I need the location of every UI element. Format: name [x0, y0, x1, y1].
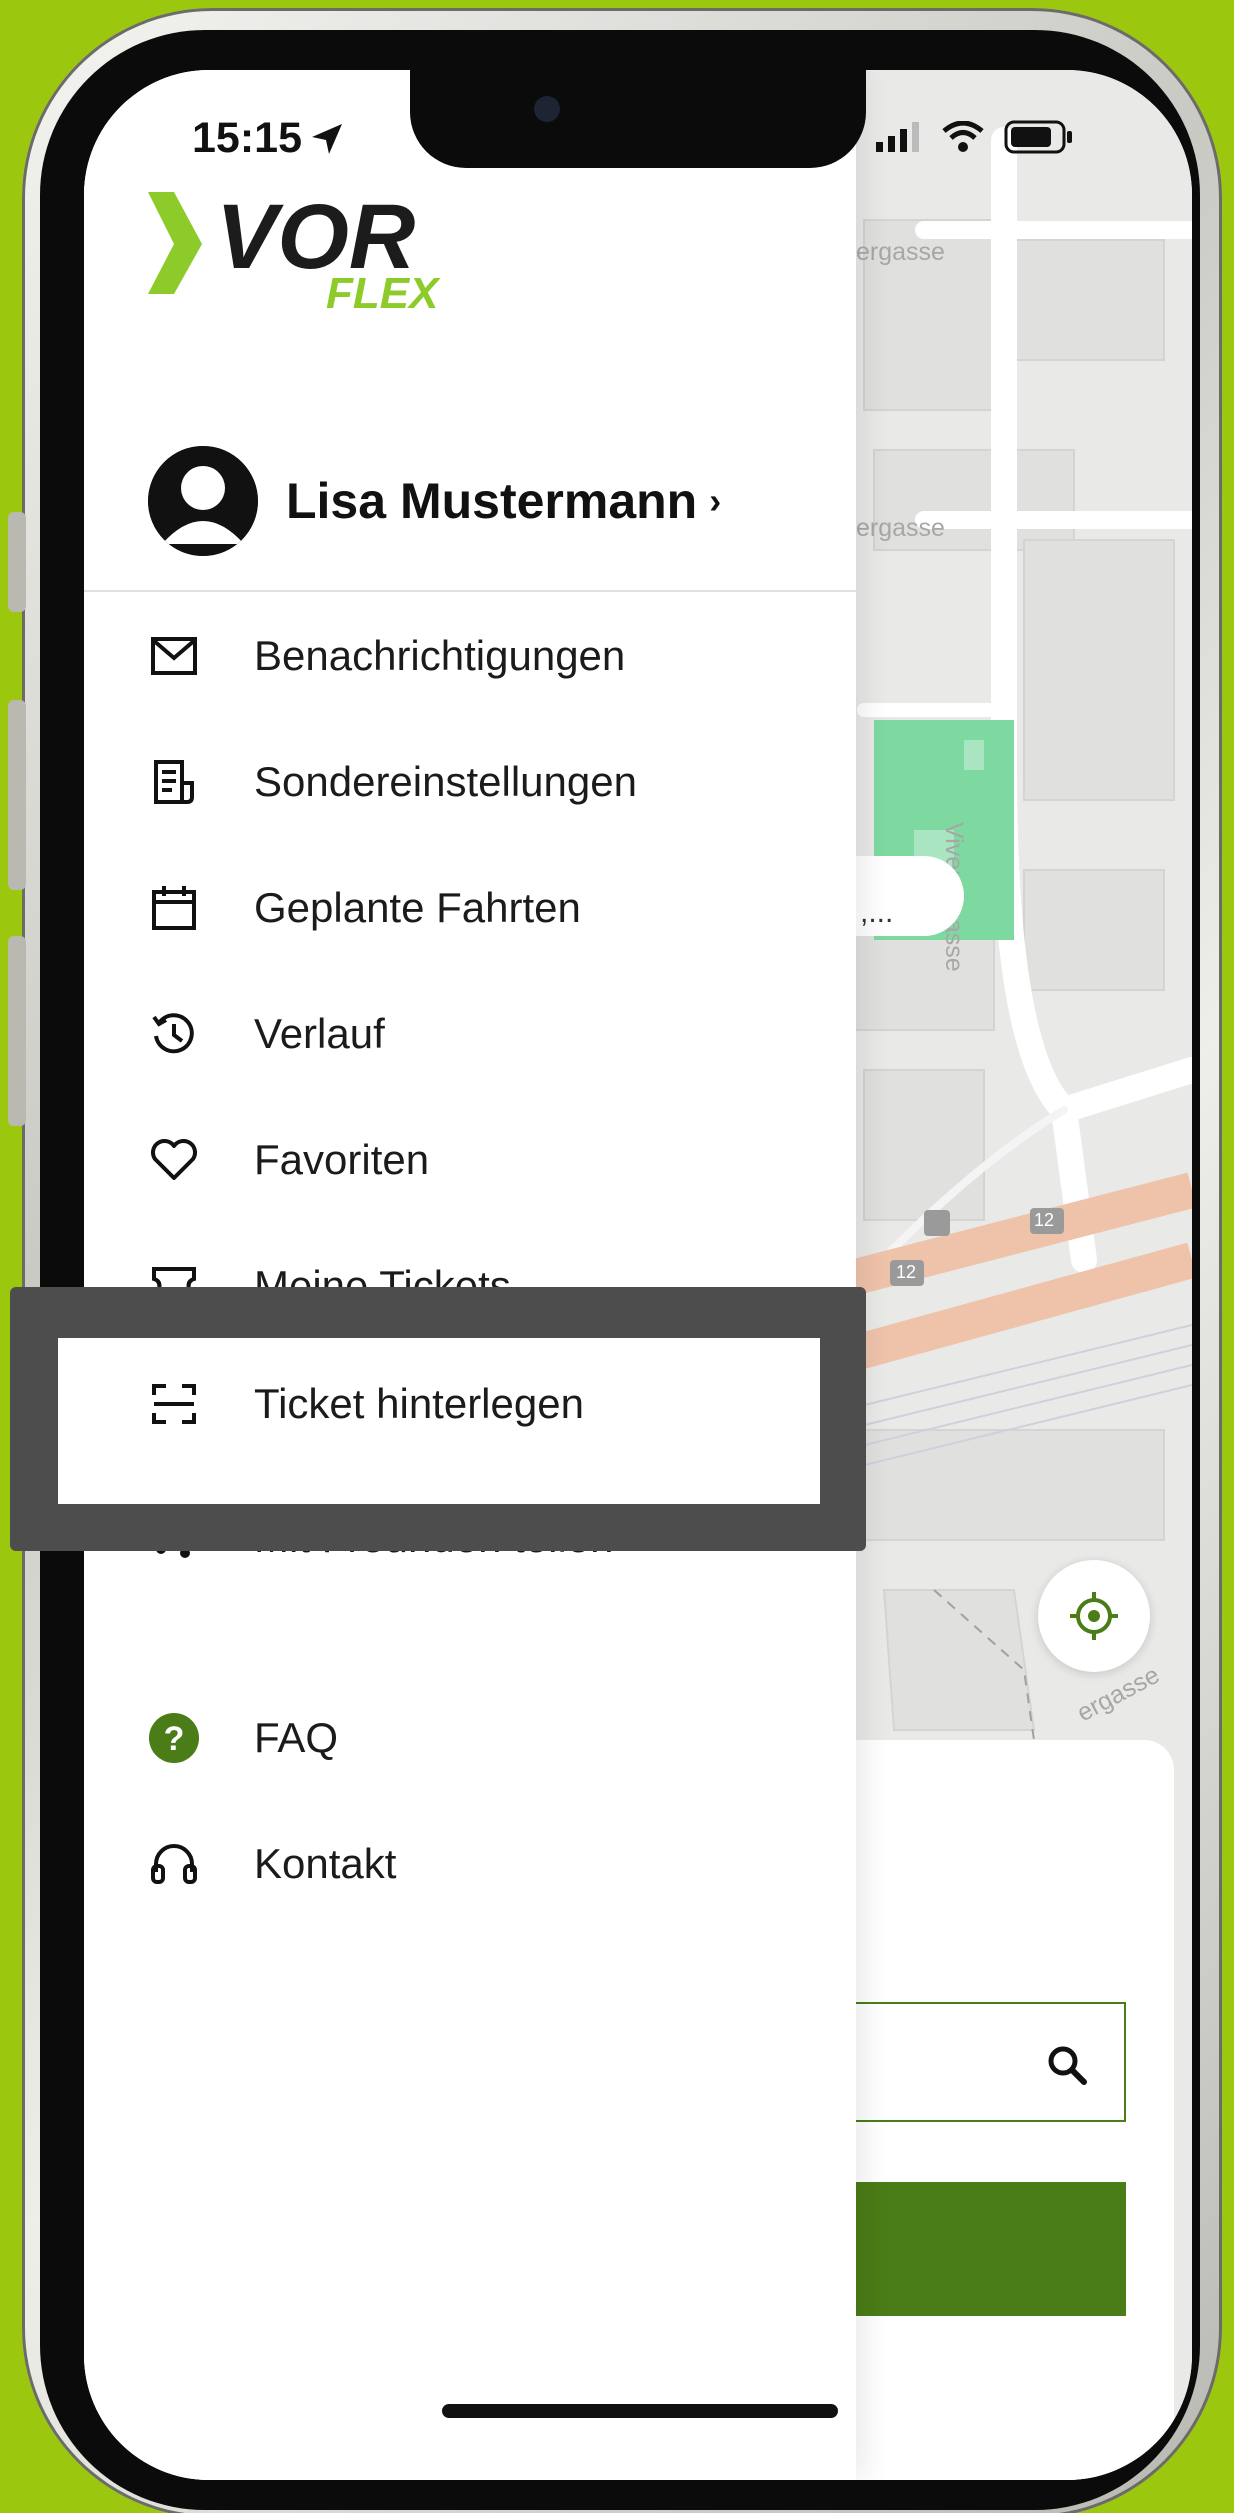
svg-text:?: ?: [164, 1720, 185, 1758]
help-icon: ?: [148, 1712, 200, 1764]
envelope-icon: [148, 630, 200, 682]
menu-label: Ticket hinterlegen: [254, 1380, 584, 1427]
crosshair-icon: [1070, 1592, 1118, 1640]
menu-label: Favoriten: [254, 1136, 430, 1183]
street-label: ergasse: [856, 238, 945, 266]
profile-name: Lisa Mustermann: [286, 473, 698, 529]
menu-item-verlauf[interactable]: Verlauf: [148, 994, 848, 1074]
scan-icon: [148, 1378, 200, 1430]
menu-item-kontakt[interactable]: Kontakt: [148, 1824, 848, 1904]
street-label: ergasse: [856, 514, 945, 542]
volume-up-button: [8, 700, 26, 890]
avatar: [148, 446, 258, 556]
route-badge: 12: [896, 1262, 917, 1282]
menu-item-sondereinstellungen[interactable]: Sondereinstellungen: [148, 742, 848, 822]
signal-icon: [876, 122, 919, 152]
wifi-icon: [942, 121, 984, 152]
search-icon: [1048, 2046, 1087, 2085]
side-drawer: 15:15 VOR FLEX Lisa Mustermann › Benachr…: [84, 70, 856, 2480]
history-icon: [148, 1008, 200, 1060]
camera: [534, 96, 560, 122]
profile-link[interactable]: Lisa Mustermann ›: [148, 446, 721, 556]
logo-sub-text: FLEX: [326, 269, 441, 310]
mute-switch: [8, 512, 26, 612]
locate-me-button[interactable]: [1038, 1560, 1150, 1672]
status-bar-time: 15:15: [192, 114, 344, 163]
phone-screen: ergasse ergasse Vivenotgasse ergasse 12 …: [84, 70, 1192, 2480]
vor-flex-logo: VOR FLEX: [144, 186, 474, 318]
status-bar-icons: [876, 120, 1074, 154]
heart-icon: [148, 1134, 200, 1186]
menu-item-faq[interactable]: ? FAQ: [148, 1698, 848, 1778]
menu-item-ticket-hinterlegen[interactable]: Ticket hinterlegen: [148, 1378, 584, 1430]
home-indicator: [442, 2404, 838, 2418]
menu-label: Verlauf: [254, 1010, 385, 1057]
menu-item-favoriten[interactable]: Favoriten: [148, 1120, 848, 1200]
menu-label: Kontakt: [254, 1840, 397, 1887]
divider: [84, 590, 856, 592]
menu-label: Benachrichtigungen: [254, 632, 626, 679]
menu-label: Geplante Fahrten: [254, 884, 581, 931]
battery-icon: [1004, 120, 1072, 154]
user-icon: [148, 446, 258, 556]
route-badge: 12: [1034, 1210, 1055, 1230]
volume-down-button: [8, 936, 26, 1126]
headset-icon: [148, 1838, 200, 1890]
calendar-icon: [148, 882, 200, 934]
menu-label: FAQ: [254, 1714, 339, 1761]
status-time-text: 15:15: [192, 114, 302, 162]
menu-label: Sondereinstellungen: [254, 758, 637, 805]
menu-item-geplante-fahrten[interactable]: Geplante Fahrten: [148, 868, 848, 948]
notch: [410, 70, 866, 168]
settings-list-icon: [148, 756, 200, 808]
location-arrow-icon: [311, 123, 342, 154]
chevron-right-icon: ›: [709, 480, 722, 521]
menu-item-benachrichtigungen[interactable]: Benachrichtigungen: [148, 616, 848, 696]
